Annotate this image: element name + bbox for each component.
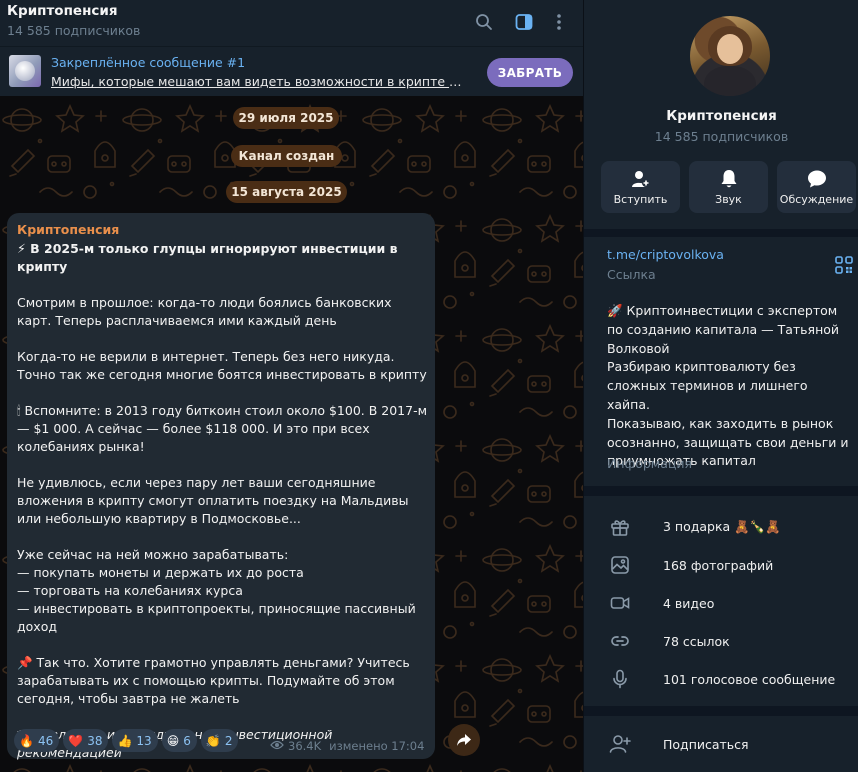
videos-row[interactable]: 4 видео [584, 584, 858, 622]
date-pill: 15 августа 2025 [226, 181, 347, 203]
photos-row[interactable]: 168 фотографий [584, 546, 858, 584]
pinned-thumbnail [9, 55, 41, 87]
divider [584, 229, 858, 237]
share-button[interactable] [448, 724, 480, 756]
channel-subscribers: 14 585 подписчиков [7, 23, 141, 38]
voice-row[interactable]: 101 голосовое сообщение [584, 660, 858, 698]
videos-label: 4 видео [663, 595, 715, 611]
links-row[interactable]: 78 ссылок [584, 622, 858, 660]
message-headline: ⚡ В 2025-м только глупцы игнорируют инве… [17, 241, 398, 274]
panel-subscribers: 14 585 подписчиков [654, 129, 789, 144]
message-paragraph: Когда-то не верили в интернет. Теперь бе… [17, 349, 427, 382]
reaction-grin[interactable]: 😁 6 [161, 729, 197, 752]
message-paragraph: 📌 Так что. Хотите грамотно управлять ден… [17, 655, 410, 706]
join-button[interactable]: Вступить [601, 161, 680, 213]
eye-icon [270, 739, 284, 753]
message-author[interactable]: Криптопенсия [17, 222, 119, 237]
message-text: ⚡ В 2025-м только глупцы игнорируют инве… [17, 240, 429, 762]
channel-title[interactable]: Криптопенсия [7, 3, 118, 19]
bell-icon [720, 169, 738, 189]
message-paragraph: Не удивлюсь, если через пару лет ваши се… [17, 475, 409, 526]
edited-time: изменено 17:04 [329, 739, 425, 753]
more-vertical-icon[interactable] [547, 10, 571, 34]
date-pill: 29 июля 2025 [233, 107, 339, 129]
message-paragraph: Уже сейчас на ней можно зарабатывать: — … [17, 547, 416, 634]
discussion-label: Обсуждение [779, 193, 854, 206]
gifts-row[interactable]: 3 подарка 🧸🍾🧸 [584, 508, 858, 546]
message-bubble[interactable]: Криптопенсия ⚡ В 2025-м только глупцы иг… [7, 213, 435, 762]
reaction-heart[interactable]: ❤️ 38 [63, 729, 109, 752]
pinned-message-bar[interactable]: Закреплённое сообщение #1 Мифы, которые … [0, 46, 583, 96]
pinned-text[interactable]: Мифы, которые мешают вам видеть возможно… [51, 74, 476, 90]
reactions-bar: 🔥 46 ❤️ 38 👍 13 😁 6 👏 2 [14, 729, 239, 752]
reaction-clap[interactable]: 👏 2 [200, 729, 239, 752]
chat-header[interactable]: Криптопенсия 14 585 подписчиков [0, 0, 583, 46]
sidebar-toggle-icon[interactable] [512, 10, 536, 34]
pinned-title: Закреплённое сообщение #1 [51, 55, 246, 70]
qr-code-icon[interactable] [835, 256, 853, 274]
link-icon [609, 630, 631, 652]
channel-info-panel: Криптопенсия 14 585 подписчиков Вступить… [583, 0, 858, 772]
message-paragraph: 🕯 Вспомните: в 2013 году биткоин стоил о… [17, 403, 428, 454]
description-label: Информация [607, 456, 693, 471]
panel-channel-name: Криптопенсия [666, 108, 777, 124]
divider [584, 486, 858, 496]
chat-area: Криптопенсия 14 585 подписчиков Закреплё… [0, 0, 583, 772]
discussion-button[interactable]: Обсуждение [777, 161, 856, 213]
chat-bubble-icon [807, 169, 827, 189]
message-meta: 36.4K изменено 17:04 [270, 739, 424, 753]
message-paragraph: Смотрим в прошлое: когда-то люди боялись… [17, 295, 392, 328]
reaction-fire[interactable]: 🔥 46 [14, 729, 60, 752]
share-icon [457, 734, 471, 746]
photo-icon [609, 554, 631, 576]
divider [584, 706, 858, 716]
claim-button[interactable]: ЗАБРАТЬ [487, 58, 573, 87]
search-icon[interactable] [472, 10, 496, 34]
microphone-icon [609, 668, 631, 690]
subscribe-label: Подписаться [663, 736, 749, 752]
views-count: 36.4K [288, 739, 322, 753]
add-user-icon [631, 169, 651, 189]
reaction-thumbs-up[interactable]: 👍 13 [112, 729, 158, 752]
channel-description: 🚀 Криптоинвестиции с экспертом по создан… [607, 303, 849, 469]
sound-label: Звук [715, 193, 742, 206]
subscribe-row[interactable]: Подписаться [584, 725, 858, 763]
links-label: 78 ссылок [663, 633, 730, 649]
photos-label: 168 фотографий [663, 557, 774, 573]
channel-link[interactable]: t.me/criptovolkova [607, 247, 724, 262]
video-icon [609, 592, 631, 614]
channel-created-pill: Канал создан [231, 145, 342, 167]
add-user-icon [609, 733, 631, 755]
gifts-label: 3 подарка 🧸🍾🧸 [663, 519, 781, 534]
link-label: Ссылка [607, 267, 656, 282]
join-label: Вступить [613, 193, 668, 206]
avatar[interactable] [690, 16, 770, 96]
gift-icon [609, 516, 631, 538]
voice-label: 101 голосовое сообщение [663, 671, 836, 687]
sound-button[interactable]: Звук [689, 161, 768, 213]
